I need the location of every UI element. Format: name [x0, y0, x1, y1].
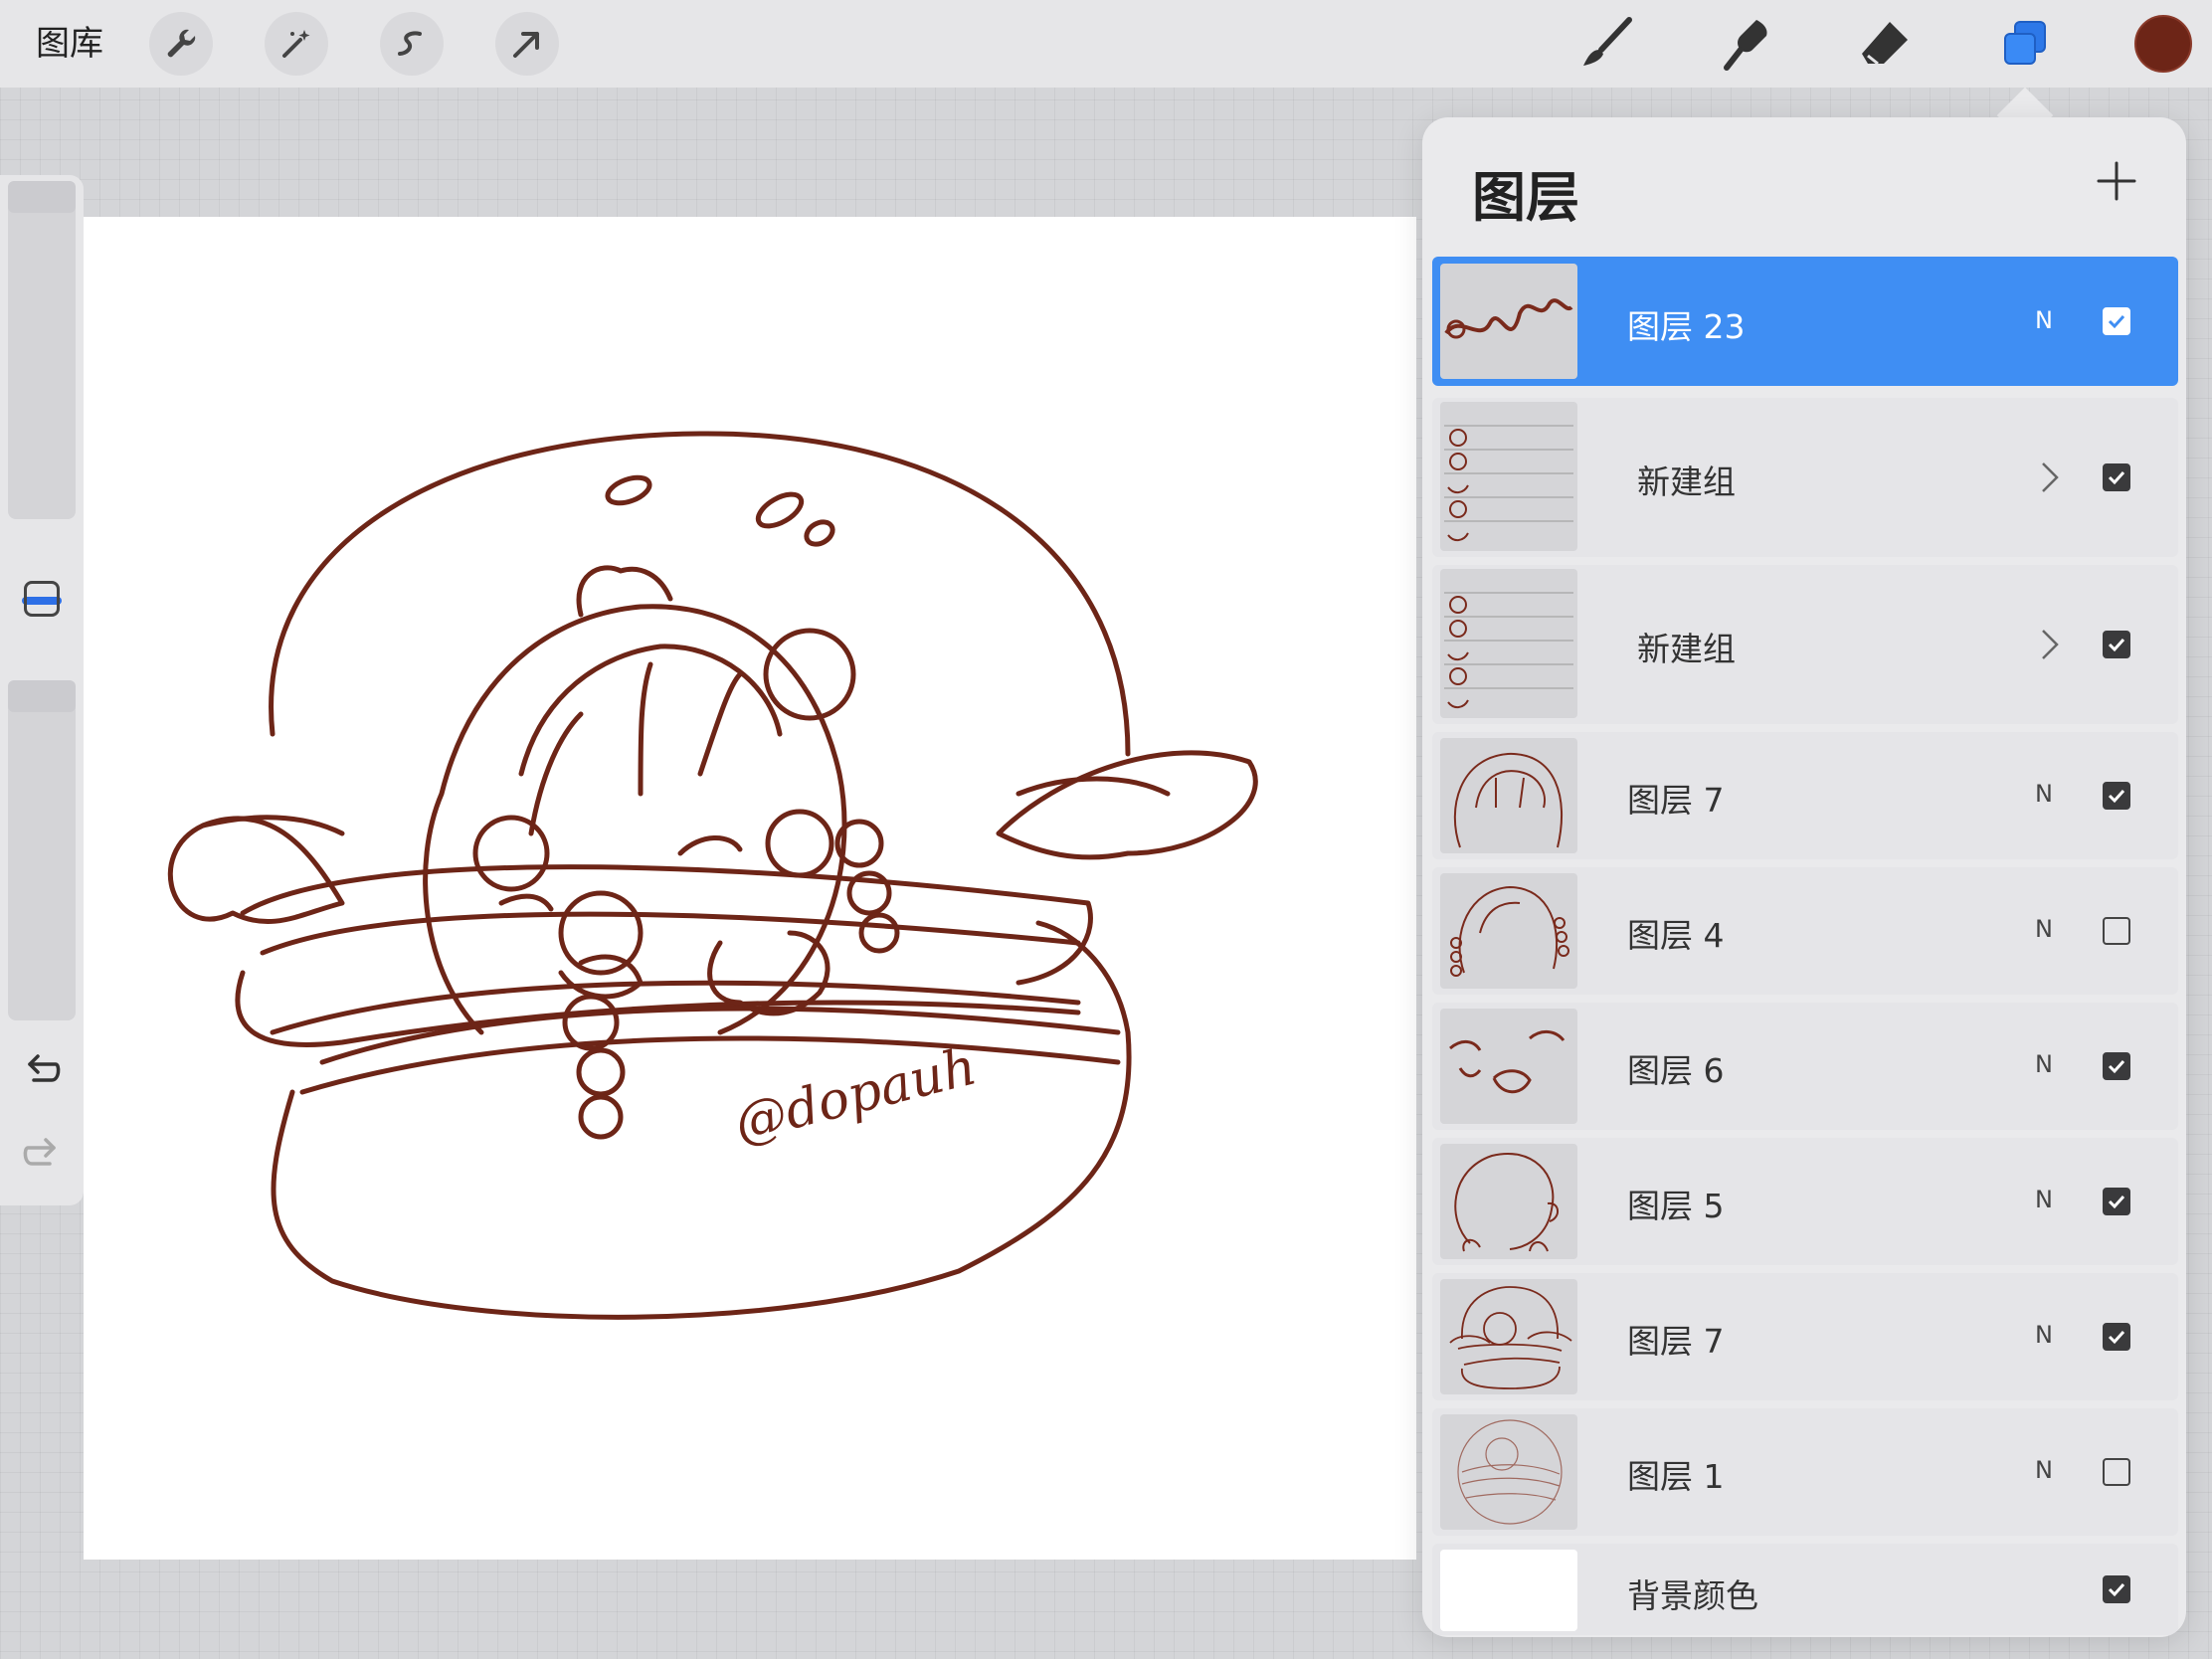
hair-bun: [558, 890, 644, 976]
blend-mode-label[interactable]: N: [2035, 1050, 2053, 1078]
modify-button[interactable]: [24, 581, 60, 617]
panel-title: 图层: [1472, 166, 1579, 229]
group-name: 新建组: [1637, 630, 1736, 668]
layer-thumbnail: [1440, 738, 1577, 853]
bun-top-outline: [269, 431, 1131, 757]
layer-row[interactable]: 图层 6 N: [1432, 1003, 2178, 1130]
layer-row[interactable]: 图层 7 N: [1432, 732, 2178, 859]
opacity-slider[interactable]: [8, 680, 76, 1020]
top-toolbar: 图库: [0, 0, 2212, 88]
blend-mode-label[interactable]: N: [2035, 1186, 2053, 1213]
sesame-seed: [605, 474, 652, 506]
blend-mode-label[interactable]: N: [2035, 1321, 2053, 1349]
signature-text: @dopauh: [729, 1036, 983, 1154]
brush-size-slider[interactable]: [8, 181, 76, 519]
undo-icon[interactable]: [22, 1050, 62, 1090]
layers-icon[interactable]: [1991, 12, 2059, 76]
group-row[interactable]: 新建组: [1432, 565, 2178, 724]
drawing-canvas[interactable]: @dopauh: [84, 217, 1416, 1560]
hair-bun: [765, 809, 834, 878]
visibility-checkbox[interactable]: [2103, 917, 2130, 945]
plus-icon[interactable]: [2093, 157, 2140, 205]
left-sidebar: [0, 175, 84, 1205]
group-thumbnail: [1440, 569, 1577, 718]
chevron-right-icon[interactable]: [2039, 627, 2063, 662]
layer-thumbnail: [1440, 1414, 1577, 1530]
layer-row[interactable]: 图层 4 N: [1432, 867, 2178, 995]
chevron-right-icon[interactable]: [2039, 460, 2063, 495]
sesame-seed: [755, 491, 805, 529]
layer-thumbnail: [1440, 1009, 1577, 1124]
blend-mode-label[interactable]: N: [2035, 915, 2053, 943]
blend-mode-label[interactable]: N: [2035, 1456, 2053, 1484]
brush-icon[interactable]: [1573, 12, 1641, 76]
layer-row[interactable]: 图层 5 N: [1432, 1138, 2178, 1265]
background-label: 背景颜色: [1627, 1576, 1758, 1615]
smudge-icon[interactable]: [1713, 12, 1780, 76]
color-picker[interactable]: [2134, 15, 2192, 73]
blend-mode-label[interactable]: N: [2035, 306, 2053, 334]
background-swatch[interactable]: [1440, 1550, 1577, 1631]
opacity-handle[interactable]: [8, 680, 76, 712]
background-color-row[interactable]: 背景颜色: [1432, 1544, 2178, 1635]
visibility-checkbox[interactable]: [2103, 1188, 2130, 1215]
layer-thumbnail: [1440, 1144, 1577, 1259]
layer-name: 图层 1: [1627, 1457, 1725, 1496]
redo-icon[interactable]: [22, 1134, 62, 1174]
layers-panel: 图层 图层 23 N 新建组 新建组 图层 7 N 图层 4 N 图层 6 N …: [1422, 117, 2186, 1637]
layer-name: 图层 4: [1627, 916, 1725, 955]
layer-name: 图层 23: [1627, 307, 1746, 346]
visibility-checkbox[interactable]: [2103, 1458, 2130, 1486]
gallery-button[interactable]: 图库: [36, 18, 103, 70]
wrench-icon[interactable]: [149, 12, 213, 76]
visibility-checkbox[interactable]: [2103, 307, 2130, 335]
selection-icon[interactable]: [380, 12, 444, 76]
layer-name: 图层 6: [1627, 1051, 1725, 1090]
visibility-checkbox[interactable]: [2103, 1323, 2130, 1351]
layer-thumbnail: [1440, 873, 1577, 989]
layer-name: 图层 5: [1627, 1187, 1725, 1225]
visibility-checkbox[interactable]: [2103, 463, 2130, 491]
group-name: 新建组: [1637, 462, 1736, 501]
visibility-checkbox[interactable]: [2103, 1575, 2130, 1603]
lineart-drawing: @dopauh: [167, 431, 1258, 1320]
cheese-right: [996, 750, 1258, 860]
eraser-icon[interactable]: [1852, 12, 1920, 76]
layer-row[interactable]: 图层 1 N: [1432, 1408, 2178, 1536]
visibility-checkbox[interactable]: [2103, 782, 2130, 810]
layer-thumbnail: [1440, 1279, 1577, 1394]
group-row[interactable]: 新建组: [1432, 398, 2178, 557]
visibility-checkbox[interactable]: [2103, 1052, 2130, 1080]
layer-thumbnail: [1440, 264, 1577, 379]
transform-arrow-icon[interactable]: [495, 12, 559, 76]
group-thumbnail: [1440, 402, 1577, 551]
layer-name: 图层 7: [1627, 781, 1725, 820]
layer-name: 图层 7: [1627, 1322, 1725, 1361]
brush-size-handle[interactable]: [8, 181, 76, 213]
blend-mode-label[interactable]: N: [2035, 780, 2053, 808]
magic-wand-icon[interactable]: [265, 12, 328, 76]
layer-row[interactable]: 图层 23 N: [1432, 257, 2178, 386]
layer-row[interactable]: 图层 7 N: [1432, 1273, 2178, 1400]
visibility-checkbox[interactable]: [2103, 631, 2130, 658]
sesame-seed: [804, 519, 835, 547]
